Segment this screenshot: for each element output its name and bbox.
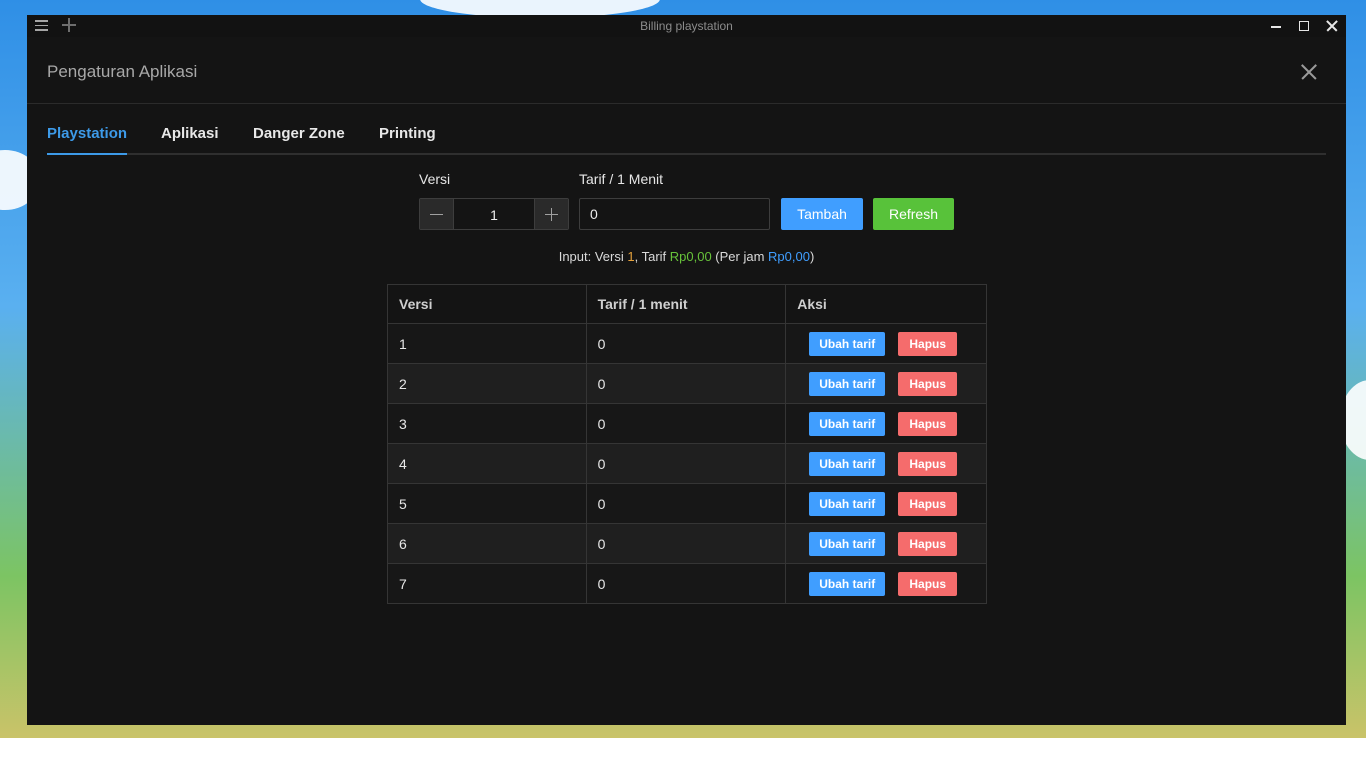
- dialog-close-icon[interactable]: [1300, 63, 1318, 81]
- cell-versi: 3: [387, 403, 587, 444]
- cell-versi: 6: [387, 523, 587, 564]
- minimize-icon[interactable]: [1268, 18, 1284, 34]
- tarif-input[interactable]: [579, 198, 770, 230]
- plus-icon[interactable]: [534, 199, 568, 229]
- header-aksi: Aksi: [785, 284, 987, 324]
- versi-stepper: 1: [419, 198, 569, 230]
- tambah-button[interactable]: Tambah: [781, 198, 863, 230]
- cell-aksi: Ubah tarif Hapus: [785, 563, 987, 604]
- tab-aplikasi[interactable]: Aplikasi: [161, 125, 219, 153]
- hapus-button[interactable]: Hapus: [898, 411, 958, 436]
- tab-bar: Playstation Aplikasi Danger Zone Printin…: [47, 125, 1326, 155]
- cell-aksi: Ubah tarif Hapus: [785, 403, 987, 444]
- header-versi: Versi: [387, 284, 587, 324]
- ubah-tarif-button[interactable]: Ubah tarif: [809, 371, 886, 396]
- summary-suffix: ): [809, 249, 815, 264]
- summary-prefix: Input: Versi: [558, 249, 628, 264]
- input-summary: Input: Versi 1, Tarif Rp0,00 (Per jam Rp…: [27, 249, 1346, 264]
- cell-versi: 2: [387, 363, 587, 404]
- table-row: 7 0 Ubah tarif Hapus: [387, 563, 987, 604]
- cell-aksi: Ubah tarif Hapus: [785, 443, 987, 484]
- ubah-tarif-button[interactable]: Ubah tarif: [809, 491, 886, 516]
- cell-tarif: 0: [585, 323, 787, 364]
- tarif-table: Versi Tarif / 1 menit Aksi 1 0 Ubah tari…: [387, 284, 987, 604]
- dialog-header: Pengaturan Aplikasi: [27, 37, 1346, 104]
- table-row: 1 0 Ubah tarif Hapus: [387, 323, 987, 364]
- summary-perjam: Rp0,00: [768, 249, 810, 264]
- hapus-button[interactable]: Hapus: [898, 451, 958, 476]
- summary-perjam-text: (Per jam: [711, 249, 769, 264]
- cell-aksi: Ubah tarif Hapus: [785, 523, 987, 564]
- desktop-bottom-strip: [0, 738, 1366, 768]
- cell-aksi: Ubah tarif Hapus: [785, 323, 987, 364]
- hapus-button[interactable]: Hapus: [898, 571, 958, 596]
- maximize-icon[interactable]: [1296, 18, 1312, 34]
- summary-versi: 1: [627, 249, 635, 264]
- cell-tarif: 0: [585, 483, 787, 524]
- table-row: 5 0 Ubah tarif Hapus: [387, 483, 987, 524]
- title-bar: Billing playstation: [27, 15, 1346, 37]
- cell-tarif: 0: [585, 403, 787, 444]
- tab-playstation[interactable]: Playstation: [47, 125, 128, 155]
- hapus-button[interactable]: Hapus: [898, 371, 958, 396]
- cell-aksi: Ubah tarif Hapus: [785, 363, 987, 404]
- ubah-tarif-button[interactable]: Ubah tarif: [809, 451, 886, 476]
- table-row: 4 0 Ubah tarif Hapus: [387, 443, 987, 484]
- table-header-row: Versi Tarif / 1 menit Aksi: [387, 284, 987, 324]
- table-row: 6 0 Ubah tarif Hapus: [387, 523, 987, 564]
- table-row: 2 0 Ubah tarif Hapus: [387, 363, 987, 404]
- cell-tarif: 0: [585, 523, 787, 564]
- ubah-tarif-button[interactable]: Ubah tarif: [809, 571, 886, 596]
- hapus-button[interactable]: Hapus: [898, 331, 958, 356]
- cell-versi: 1: [387, 323, 587, 364]
- app-window: Billing playstation Pengaturan Aplikasi …: [27, 15, 1346, 725]
- ubah-tarif-button[interactable]: Ubah tarif: [809, 331, 886, 356]
- minus-icon[interactable]: [420, 199, 454, 229]
- window-title: Billing playstation: [640, 19, 733, 33]
- hapus-button[interactable]: Hapus: [898, 531, 958, 556]
- close-icon[interactable]: [1324, 18, 1340, 34]
- summary-tarif-text: , Tarif: [634, 249, 670, 264]
- tarif-label: Tarif / 1 Menit: [579, 171, 664, 187]
- cell-versi: 5: [387, 483, 587, 524]
- table-row: 3 0 Ubah tarif Hapus: [387, 403, 987, 444]
- cell-tarif: 0: [585, 363, 787, 404]
- cell-tarif: 0: [585, 563, 787, 604]
- tarif-form: Versi Tarif / 1 Menit 1 Tambah Refresh: [419, 171, 979, 231]
- cell-versi: 7: [387, 563, 587, 604]
- cell-tarif: 0: [585, 443, 787, 484]
- ubah-tarif-button[interactable]: Ubah tarif: [809, 411, 886, 436]
- tab-danger-zone[interactable]: Danger Zone: [253, 125, 345, 153]
- tab-printing[interactable]: Printing: [379, 125, 436, 153]
- versi-label: Versi: [419, 171, 451, 187]
- hapus-button[interactable]: Hapus: [898, 491, 958, 516]
- cell-aksi: Ubah tarif Hapus: [785, 483, 987, 524]
- dialog-title: Pengaturan Aplikasi: [47, 62, 198, 81]
- refresh-button[interactable]: Refresh: [873, 198, 954, 230]
- header-tarif: Tarif / 1 menit: [585, 284, 787, 324]
- ubah-tarif-button[interactable]: Ubah tarif: [809, 531, 886, 556]
- summary-tarif: Rp0,00: [669, 249, 712, 264]
- cell-versi: 4: [387, 443, 587, 484]
- versi-value[interactable]: 1: [454, 207, 534, 223]
